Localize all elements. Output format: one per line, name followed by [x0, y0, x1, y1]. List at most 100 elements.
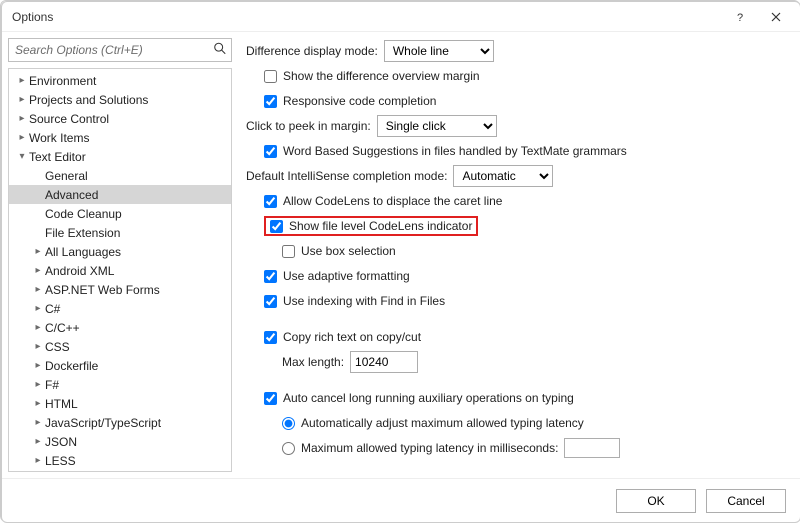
tree-item-html[interactable]: ▸HTML — [9, 394, 231, 413]
latency-manual-label[interactable]: Maximum allowed typing latency in millis… — [301, 441, 558, 455]
tree-item-android-xml[interactable]: ▸Android XML — [9, 261, 231, 280]
use-adaptive-formatting-checkbox[interactable] — [264, 270, 277, 283]
settings-scroll[interactable]: Difference display mode: Whole line Show… — [246, 38, 780, 472]
tree-item-label: C# — [45, 302, 60, 316]
auto-cancel-long-ops-row: Auto cancel long running auxiliary opera… — [246, 386, 772, 410]
diff-display-mode-select[interactable]: Whole line — [384, 40, 494, 62]
tree-item-label: File Extension — [45, 226, 120, 240]
caret-right-icon[interactable]: ▸ — [31, 322, 45, 333]
close-icon — [771, 12, 781, 22]
tree-item-code-cleanup[interactable]: ▸Code Cleanup — [9, 204, 231, 223]
highlight-red-box: Show file level CodeLens indicator — [264, 216, 478, 236]
tree-item-c-c-[interactable]: ▸C/C++ — [9, 318, 231, 337]
show-diff-overview-checkbox[interactable] — [264, 70, 277, 83]
max-length-label: Max length: — [282, 355, 344, 369]
ok-button[interactable]: OK — [616, 489, 696, 513]
use-indexing-findinfiles-label[interactable]: Use indexing with Find in Files — [283, 294, 445, 308]
latency-manual-row: Maximum allowed typing latency in millis… — [246, 436, 772, 460]
tree-item-json[interactable]: ▸JSON — [9, 432, 231, 451]
tree-item-general[interactable]: ▸General — [9, 166, 231, 185]
word-based-textmate-label[interactable]: Word Based Suggestions in files handled … — [283, 144, 627, 158]
help-button[interactable]: ? — [722, 3, 758, 31]
tree-item-label: LESS — [45, 454, 76, 468]
caret-right-icon[interactable]: ▸ — [31, 436, 45, 447]
latency-ms-input[interactable] — [564, 438, 620, 458]
auto-cancel-long-ops-label[interactable]: Auto cancel long running auxiliary opera… — [283, 391, 574, 405]
tree-item-file-extension[interactable]: ▸File Extension — [9, 223, 231, 242]
max-length-row: Max length: — [246, 350, 772, 374]
tree-item-javascript-typescript[interactable]: ▸JavaScript/TypeScript — [9, 413, 231, 432]
tree-item-label: CSS — [45, 340, 70, 354]
use-box-selection-checkbox[interactable] — [282, 245, 295, 258]
tree-item-work-items[interactable]: ▸Work Items — [9, 128, 231, 147]
show-file-level-codelens-label[interactable]: Show file level CodeLens indicator — [289, 219, 472, 233]
caret-right-icon[interactable]: ▸ — [31, 303, 45, 314]
caret-right-icon[interactable]: ▸ — [31, 360, 45, 371]
caret-right-icon[interactable]: ▸ — [31, 455, 45, 466]
copy-rich-text-label[interactable]: Copy rich text on copy/cut — [283, 330, 421, 344]
click-to-peek-select[interactable]: Single click — [377, 115, 497, 137]
tree-item-advanced[interactable]: ▸Advanced — [9, 185, 231, 204]
tree-item-label: JavaScript/TypeScript — [45, 416, 161, 430]
tree-item-c-[interactable]: ▸C# — [9, 299, 231, 318]
latency-manual-radio[interactable] — [282, 442, 295, 455]
use-adaptive-formatting-label[interactable]: Use adaptive formatting — [283, 269, 410, 283]
tree-item-text-editor[interactable]: ▾Text Editor — [9, 147, 231, 166]
left-column: ▸Environment▸Projects and Solutions▸Sour… — [2, 32, 236, 478]
auto-cancel-long-ops-checkbox[interactable] — [264, 392, 277, 405]
default-intellisense-select[interactable]: Automatic — [453, 165, 553, 187]
tree-item-all-languages[interactable]: ▸All Languages — [9, 242, 231, 261]
word-based-textmate-checkbox[interactable] — [264, 145, 277, 158]
allow-codelens-displace-checkbox[interactable] — [264, 195, 277, 208]
show-file-level-codelens-row: Show file level CodeLens indicator — [246, 214, 772, 238]
tree-item-less[interactable]: ▸LESS — [9, 451, 231, 470]
responsive-code-completion-label[interactable]: Responsive code completion — [283, 94, 436, 108]
caret-down-icon[interactable]: ▾ — [15, 151, 29, 162]
caret-right-icon[interactable]: ▸ — [31, 284, 45, 295]
search-input[interactable] — [9, 39, 231, 61]
tree-item-css[interactable]: ▸CSS — [9, 337, 231, 356]
copy-rich-text-checkbox[interactable] — [264, 331, 277, 344]
caret-right-icon[interactable]: ▸ — [31, 398, 45, 409]
tree-item-environment[interactable]: ▸Environment — [9, 71, 231, 90]
caret-right-icon[interactable]: ▸ — [31, 341, 45, 352]
copy-rich-text-row: Copy rich text on copy/cut — [246, 325, 772, 349]
latency-auto-radio[interactable] — [282, 417, 295, 430]
options-tree[interactable]: ▸Environment▸Projects and Solutions▸Sour… — [8, 68, 232, 472]
allow-codelens-displace-label[interactable]: Allow CodeLens to displace the caret lin… — [283, 194, 502, 208]
settings-panel: Difference display mode: Whole line Show… — [236, 32, 800, 478]
caret-right-icon[interactable]: ▸ — [15, 75, 29, 86]
show-diff-overview-label[interactable]: Show the difference overview margin — [283, 69, 480, 83]
tree-item-dockerfile[interactable]: ▸Dockerfile — [9, 356, 231, 375]
footer: OK Cancel — [2, 478, 800, 522]
caret-right-icon[interactable]: ▸ — [15, 132, 29, 143]
tree-item-asp-net-web-forms[interactable]: ▸ASP.NET Web Forms — [9, 280, 231, 299]
caret-right-icon[interactable]: ▸ — [15, 113, 29, 124]
responsive-code-completion-checkbox[interactable] — [264, 95, 277, 108]
tree-item-projects-and-solutions[interactable]: ▸Projects and Solutions — [9, 90, 231, 109]
cancel-button[interactable]: Cancel — [706, 489, 786, 513]
tree-item-label: JSON — [45, 435, 77, 449]
caret-right-icon[interactable]: ▸ — [31, 417, 45, 428]
show-diff-overview-row: Show the difference overview margin — [246, 64, 772, 88]
search-icon[interactable] — [213, 42, 227, 59]
default-intellisense-label: Default IntelliSense completion mode: — [246, 169, 447, 183]
caret-right-icon[interactable]: ▸ — [31, 379, 45, 390]
use-indexing-findinfiles-checkbox[interactable] — [264, 295, 277, 308]
tree-item-f-[interactable]: ▸F# — [9, 375, 231, 394]
latency-auto-label[interactable]: Automatically adjust maximum allowed typ… — [301, 416, 584, 430]
tree-item-label: Dockerfile — [45, 359, 98, 373]
tree-item-label: Projects and Solutions — [29, 93, 148, 107]
tree-item-source-control[interactable]: ▸Source Control — [9, 109, 231, 128]
tree-item-label: ASP.NET Web Forms — [45, 283, 160, 297]
caret-right-icon[interactable]: ▸ — [15, 94, 29, 105]
word-based-textmate-row: Word Based Suggestions in files handled … — [246, 139, 772, 163]
use-box-selection-label[interactable]: Use box selection — [301, 244, 396, 258]
caret-right-icon[interactable]: ▸ — [31, 246, 45, 257]
caret-right-icon[interactable]: ▸ — [31, 265, 45, 276]
close-button[interactable] — [758, 3, 794, 31]
tree-item-label: All Languages — [45, 245, 121, 259]
tree-item-label: Code Cleanup — [45, 207, 122, 221]
show-file-level-codelens-checkbox[interactable] — [270, 220, 283, 233]
max-length-input[interactable] — [350, 351, 418, 373]
